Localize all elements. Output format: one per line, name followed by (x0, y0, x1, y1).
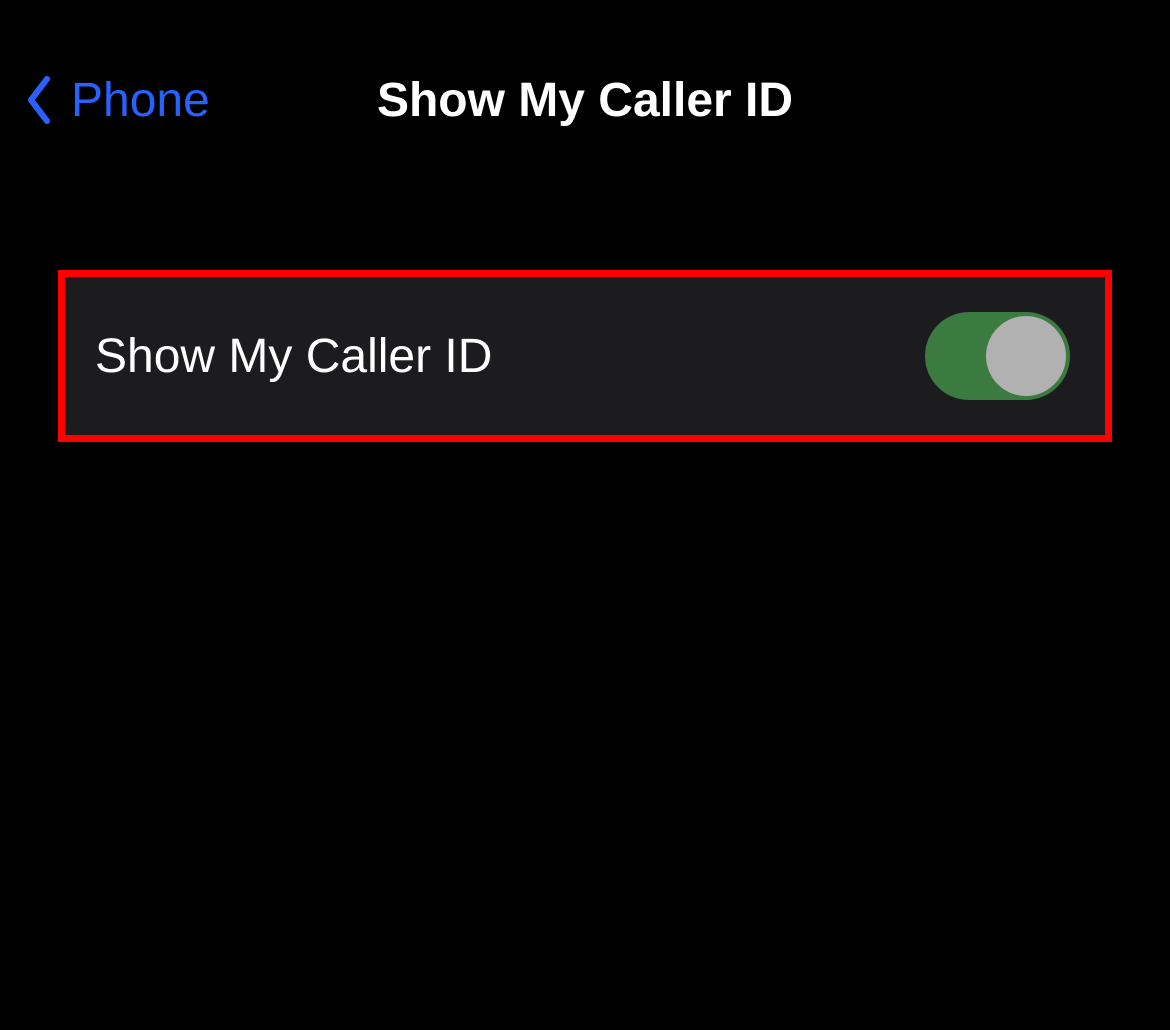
content-area: Show My Caller ID (0, 130, 1170, 442)
caller-id-row[interactable]: Show My Caller ID (65, 277, 1105, 435)
caller-id-label: Show My Caller ID (95, 329, 492, 384)
back-button[interactable]: Phone (25, 73, 210, 128)
caller-id-toggle[interactable] (925, 312, 1070, 400)
back-label: Phone (71, 73, 210, 128)
toggle-knob (986, 316, 1066, 396)
chevron-left-icon (25, 75, 53, 125)
page-title: Show My Caller ID (377, 73, 793, 128)
navigation-bar: Phone Show My Caller ID (0, 0, 1170, 130)
highlighted-row: Show My Caller ID (58, 270, 1112, 442)
